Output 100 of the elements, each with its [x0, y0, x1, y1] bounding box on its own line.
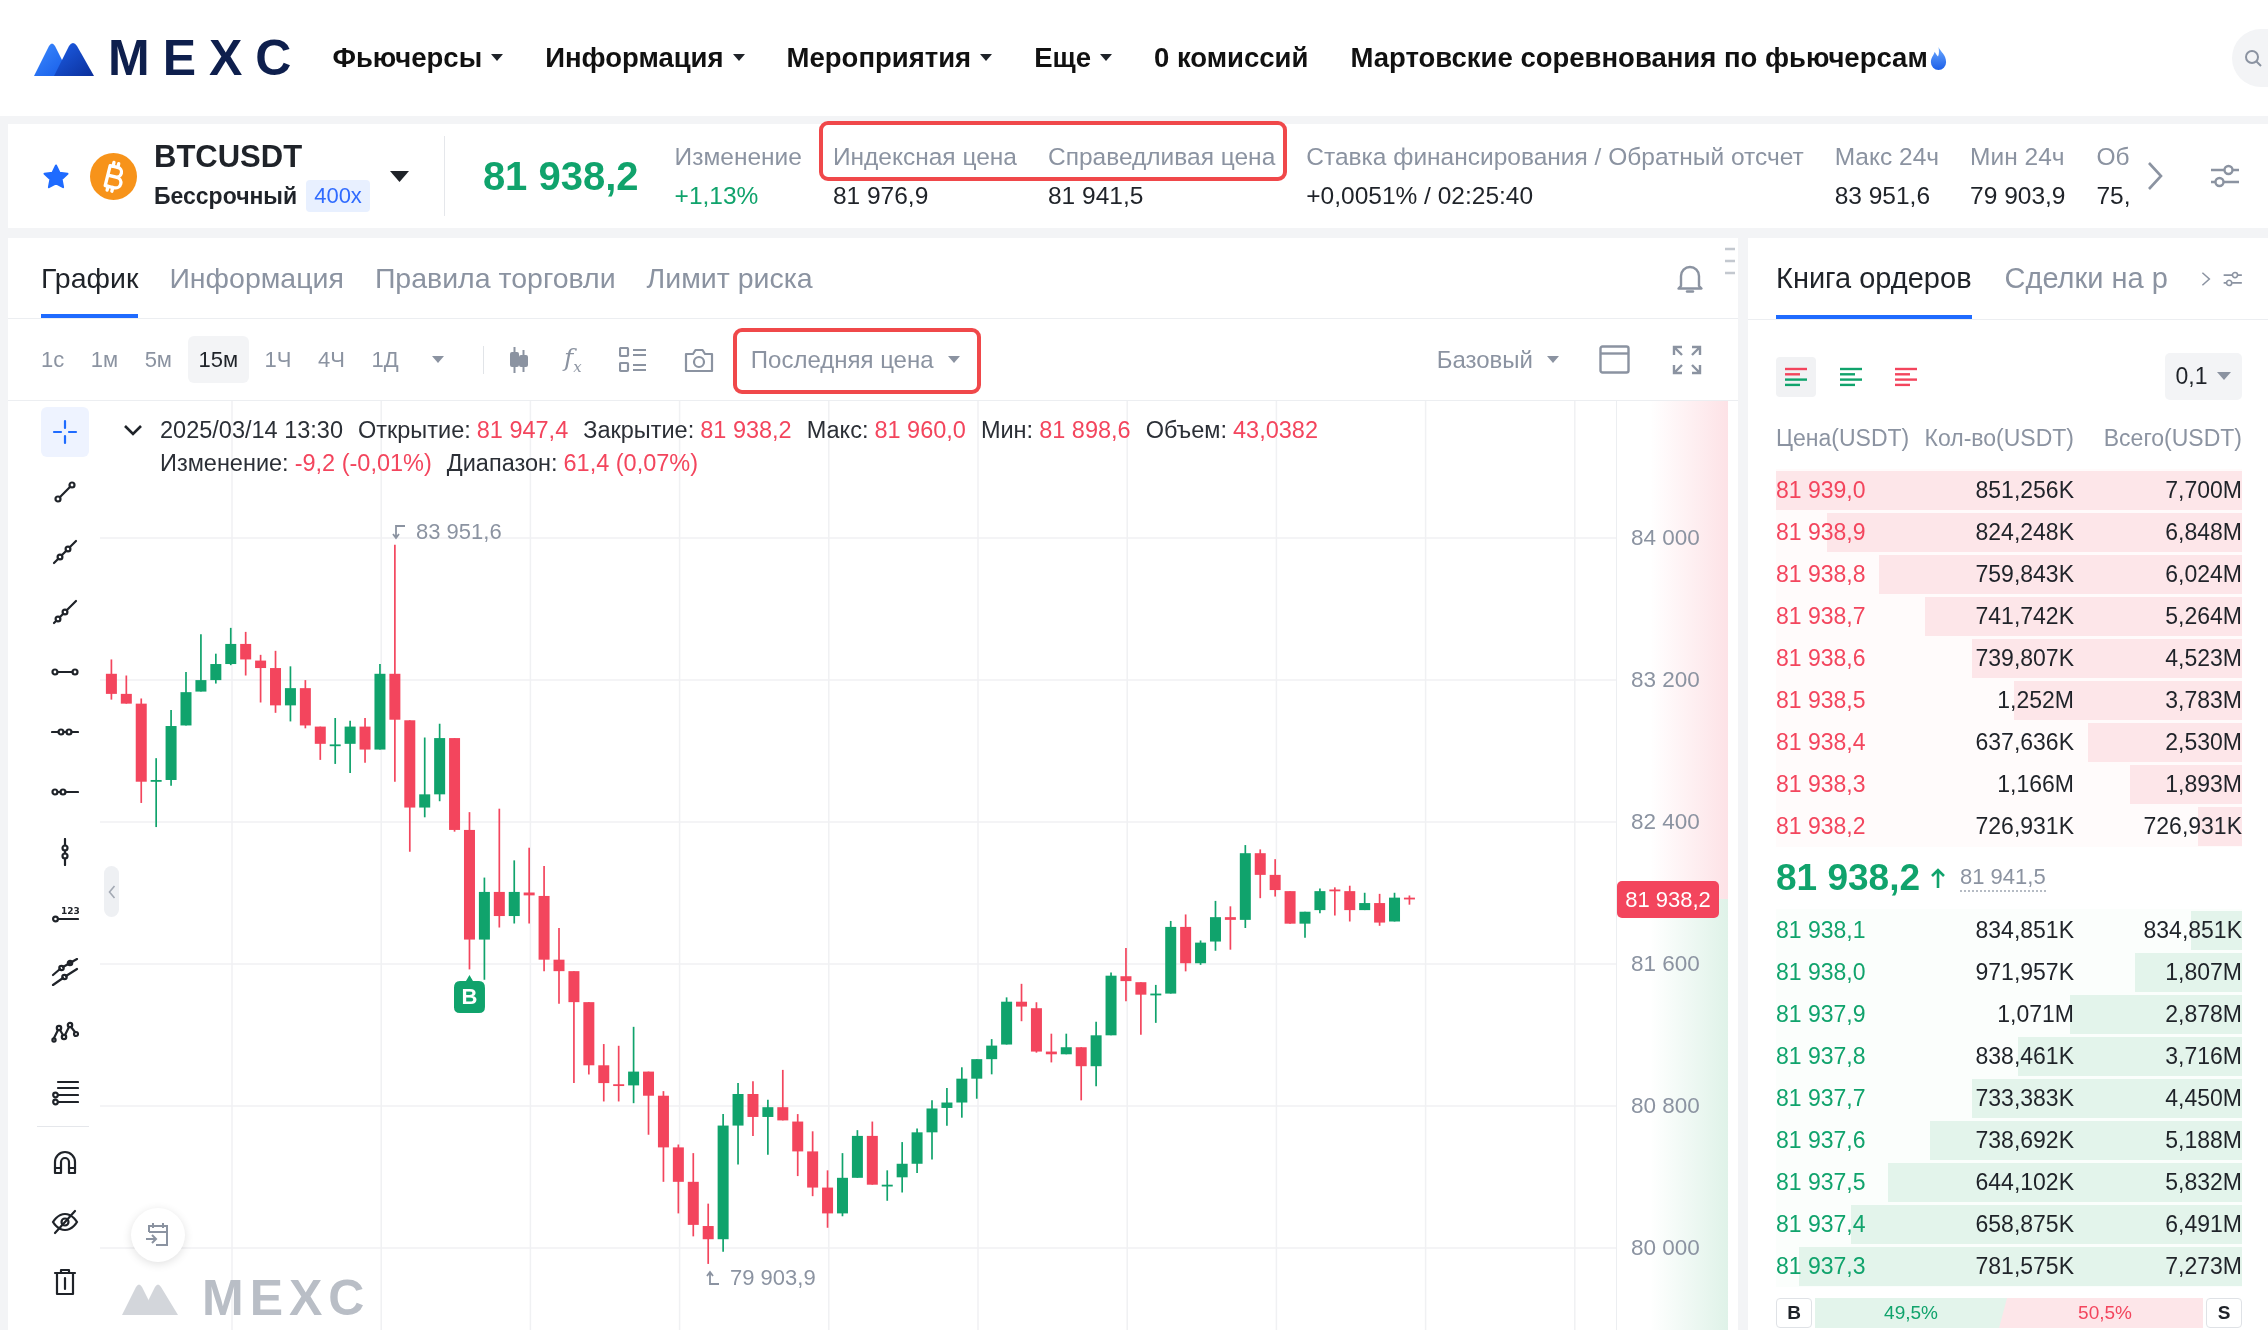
- ask-amount: 739,807K: [1975, 644, 2074, 672]
- interval-button[interactable]: 1с: [30, 336, 76, 383]
- bid-price[interactable]: 81 937,4: [1776, 1210, 1918, 1238]
- interval-button[interactable]: 1Ч: [253, 336, 303, 383]
- bid-price[interactable]: 81 937,3: [1776, 1252, 1918, 1280]
- ask-amount: 1,252M: [1997, 686, 2074, 714]
- bid-price[interactable]: 81 937,5: [1776, 1168, 1918, 1196]
- nav-menu-item[interactable]: Еще: [1034, 42, 1112, 74]
- interval-button[interactable]: 4Ч: [307, 336, 356, 383]
- search-field[interactable]: [2232, 29, 2268, 87]
- price-axis-label: 80 800: [1631, 1093, 1700, 1119]
- ohlc-value: 81 947,4: [476, 416, 569, 444]
- bid-amount: 781,575K: [1975, 1252, 2074, 1280]
- chart-logo-text: MEXC: [202, 1273, 371, 1323]
- order-book-tab[interactable]: Сделки на р: [2004, 238, 2168, 319]
- chart-tab[interactable]: Правила торговли: [374, 238, 616, 318]
- ask-amount: 824,248K: [1975, 518, 2074, 546]
- ohlc-value: 43,0382: [1233, 416, 1318, 444]
- nav-menu-item[interactable]: Фьючерсы: [332, 42, 504, 74]
- favorite-star-icon[interactable]: [43, 163, 69, 189]
- ohlc-value: 81 898,6: [1039, 416, 1131, 444]
- bid-price[interactable]: 81 937,7: [1776, 1084, 1918, 1112]
- indicators-button[interactable]: f$_{x}$: [564, 344, 582, 375]
- bid-total: 3,716M: [2165, 1042, 2242, 1070]
- logo-text: MEXC: [108, 33, 305, 83]
- lines-icon: [1784, 366, 1808, 387]
- interval-button[interactable]: 1Д: [360, 336, 410, 383]
- interval-button[interactable]: 15м: [187, 336, 250, 383]
- ask-price[interactable]: 81 938,5: [1776, 686, 1918, 714]
- horizontal-line-icon: [51, 728, 79, 736]
- ohlc-value: 81 960,0: [874, 416, 966, 444]
- stat-label: Индексная цена: [832, 142, 1017, 171]
- bid-total: 834,851K: [2143, 916, 2242, 944]
- magnet-icon: [51, 1148, 79, 1176]
- candlestick-icon[interactable]: [510, 344, 529, 375]
- coin-icon: [90, 152, 137, 200]
- nav-menu-item[interactable]: Информация: [545, 42, 745, 74]
- caret-down-icon: [947, 355, 960, 364]
- bid-price[interactable]: 81 937,8: [1776, 1042, 1918, 1070]
- interval-button[interactable]: 1м: [79, 336, 130, 383]
- book-view-button[interactable]: [1776, 356, 1816, 397]
- bid-price[interactable]: 81 937,9: [1776, 1000, 1918, 1028]
- mark-price[interactable]: 81 941,5: [1960, 864, 2046, 892]
- ask-price[interactable]: 81 939,0: [1776, 476, 1918, 504]
- bid-total: 1,807M: [2165, 958, 2242, 986]
- caret-down-icon[interactable]: [389, 170, 409, 182]
- chart-tab[interactable]: Лимит риска: [646, 238, 813, 318]
- extended-line-icon: [51, 598, 79, 626]
- bid-amount: 1,071M: [1997, 1000, 2074, 1028]
- stat-label: Мин 24ч: [1970, 142, 2066, 171]
- bid-amount: 658,875K: [1975, 1210, 2074, 1238]
- bid-total: 7,273M: [2165, 1252, 2242, 1280]
- bid-price[interactable]: 81 937,6: [1776, 1126, 1918, 1154]
- drawing-tool-button[interactable]: 123: [41, 887, 89, 937]
- fullscreen-icon[interactable]: [1672, 344, 1702, 375]
- nav-menu-item[interactable]: Мероприятия: [786, 42, 993, 74]
- eye-slash-icon: [51, 1208, 79, 1236]
- ask-price[interactable]: 81 938,2: [1776, 812, 1918, 840]
- stat-value: 79 903,9: [1970, 181, 2066, 210]
- chart-tab[interactable]: График: [41, 238, 139, 318]
- bid-price[interactable]: 81 938,1: [1776, 916, 1918, 944]
- price-source-dropdown[interactable]: Последняя цена: [750, 336, 960, 383]
- ask-price[interactable]: 81 938,7: [1776, 602, 1918, 630]
- drag-handle-icon[interactable]: [1724, 246, 1736, 276]
- nav-menu-item[interactable]: Мартовские соревнования по фьючерсам: [1350, 42, 1948, 74]
- corner-arrow-icon: [706, 1270, 720, 1286]
- bid-price[interactable]: 81 938,0: [1776, 958, 1918, 986]
- nav-menu-item[interactable]: 0 комиссий: [1154, 42, 1309, 74]
- bid-amount: 733,383K: [1975, 1084, 2074, 1112]
- layout-list-icon[interactable]: [618, 346, 647, 373]
- contract-type: Бессрочный: [154, 182, 298, 210]
- stat-value: 75,: [2096, 181, 2131, 210]
- ask-price[interactable]: 81 938,4: [1776, 728, 1918, 756]
- ask-amount: 726,931K: [1975, 812, 2074, 840]
- horizontal-segment-icon: [51, 668, 79, 676]
- chart-style-dropdown[interactable]: Базовый: [1436, 336, 1559, 383]
- price-axis-label: 80 000: [1631, 1235, 1700, 1261]
- order-book-tab[interactable]: Книга ордеров: [1776, 238, 1972, 319]
- precision-dropdown[interactable]: 0,1: [2165, 353, 2242, 400]
- window-icon[interactable]: [1599, 345, 1630, 374]
- ask-price[interactable]: 81 938,3: [1776, 770, 1918, 798]
- ask-total: 5,264M: [2165, 602, 2242, 630]
- chevron-down-icon[interactable]: [123, 424, 143, 436]
- ask-price[interactable]: 81 938,8: [1776, 560, 1918, 588]
- bid-amount: 834,851K: [1975, 916, 2074, 944]
- interval-button[interactable]: 5м: [133, 336, 183, 383]
- ask-price[interactable]: 81 938,9: [1776, 518, 1918, 546]
- last-price-tag: 81 938,2: [1617, 881, 1719, 918]
- chart-tab[interactable]: Информация: [169, 238, 344, 318]
- stat-value: +1,13%: [674, 181, 760, 210]
- stat-value: 83 951,6: [1834, 181, 1932, 210]
- corner-arrow-icon: [392, 524, 406, 540]
- ask-total: 2,530M: [2165, 728, 2242, 756]
- ask-price[interactable]: 81 938,6: [1776, 644, 1918, 672]
- camera-icon[interactable]: [683, 346, 714, 373]
- column-header: Всего(USDT): [2103, 424, 2242, 452]
- trash-icon: [51, 1268, 79, 1296]
- bid-total: 5,832M: [2165, 1168, 2242, 1196]
- chevron-right-icon[interactable]: [2146, 161, 2164, 191]
- last-price: 81 938,2: [482, 153, 639, 199]
